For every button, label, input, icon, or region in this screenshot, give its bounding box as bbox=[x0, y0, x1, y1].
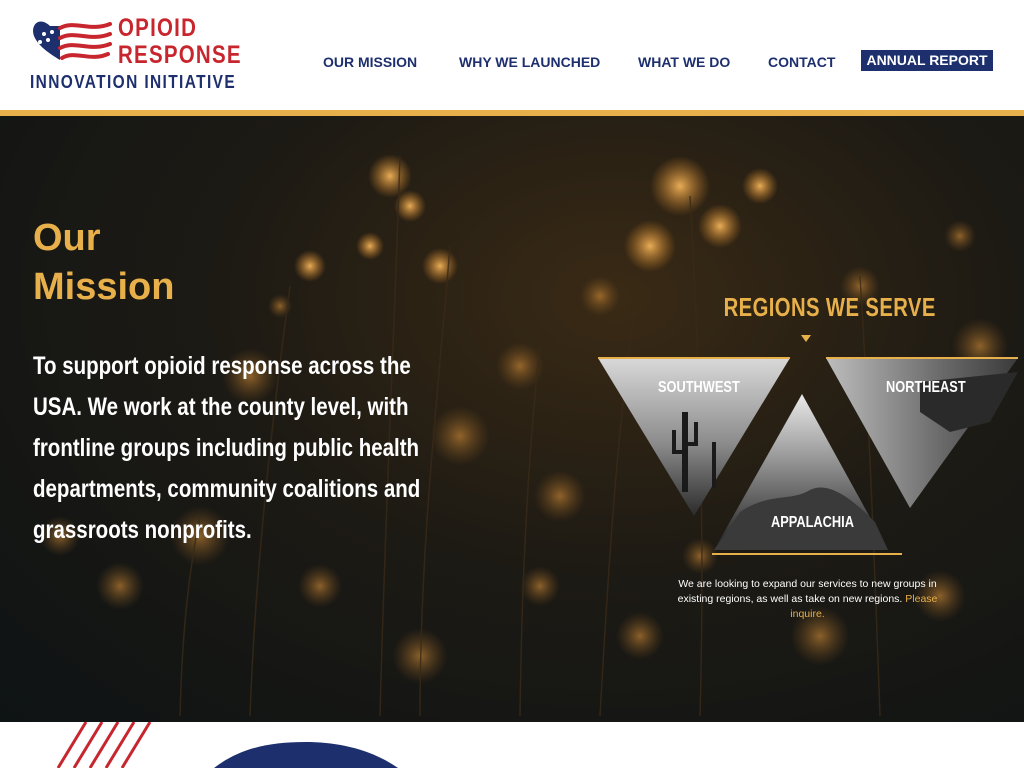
next-section bbox=[0, 722, 1024, 768]
nav-what-we-do[interactable]: WHAT WE DO bbox=[638, 52, 730, 72]
mission-statement: To support opioid response across the US… bbox=[33, 352, 421, 544]
nav-why-we-launched[interactable]: WHY WE LAUNCHED bbox=[459, 52, 600, 72]
mission-heading-line1: Our bbox=[33, 217, 101, 259]
regions-note-text: We are looking to expand our services to… bbox=[677, 578, 937, 605]
hero-section: Our Mission To support opioid response a… bbox=[0, 116, 1024, 722]
region-label-appalachia[interactable]: APPALACHIA bbox=[771, 514, 854, 532]
regions-expansion-note: We are looking to expand our services to… bbox=[660, 577, 955, 622]
site-header: OPIOID RESPONSE INNOVATION INITIATIVE OU… bbox=[0, 0, 1024, 110]
annual-report-button[interactable]: ANNUAL REPORT bbox=[861, 50, 993, 71]
nav-our-mission[interactable]: OUR MISSION bbox=[320, 52, 420, 72]
logo-text-opioid: OPIOID bbox=[118, 14, 198, 42]
mission-heading: Our Mission bbox=[33, 214, 283, 312]
logo-text-innovation: INNOVATION INITIATIVE bbox=[30, 72, 237, 92]
region-label-southwest[interactable]: SOUTHWEST bbox=[658, 379, 740, 397]
nav-contact[interactable]: CONTACT bbox=[768, 52, 835, 72]
heart-flag-icon bbox=[33, 21, 112, 60]
regions-heading: REGIONS WE SERVE bbox=[723, 292, 936, 322]
decorative-stripes bbox=[56, 722, 398, 768]
site-logo[interactable]: OPIOID RESPONSE INNOVATION INITIATIVE bbox=[30, 16, 245, 94]
logo-text-response: RESPONSE bbox=[118, 41, 242, 69]
region-label-northeast[interactable]: NORTHEAST bbox=[886, 379, 966, 397]
caret-down-icon bbox=[801, 335, 811, 342]
mission-heading-line2: Mission bbox=[33, 266, 175, 308]
